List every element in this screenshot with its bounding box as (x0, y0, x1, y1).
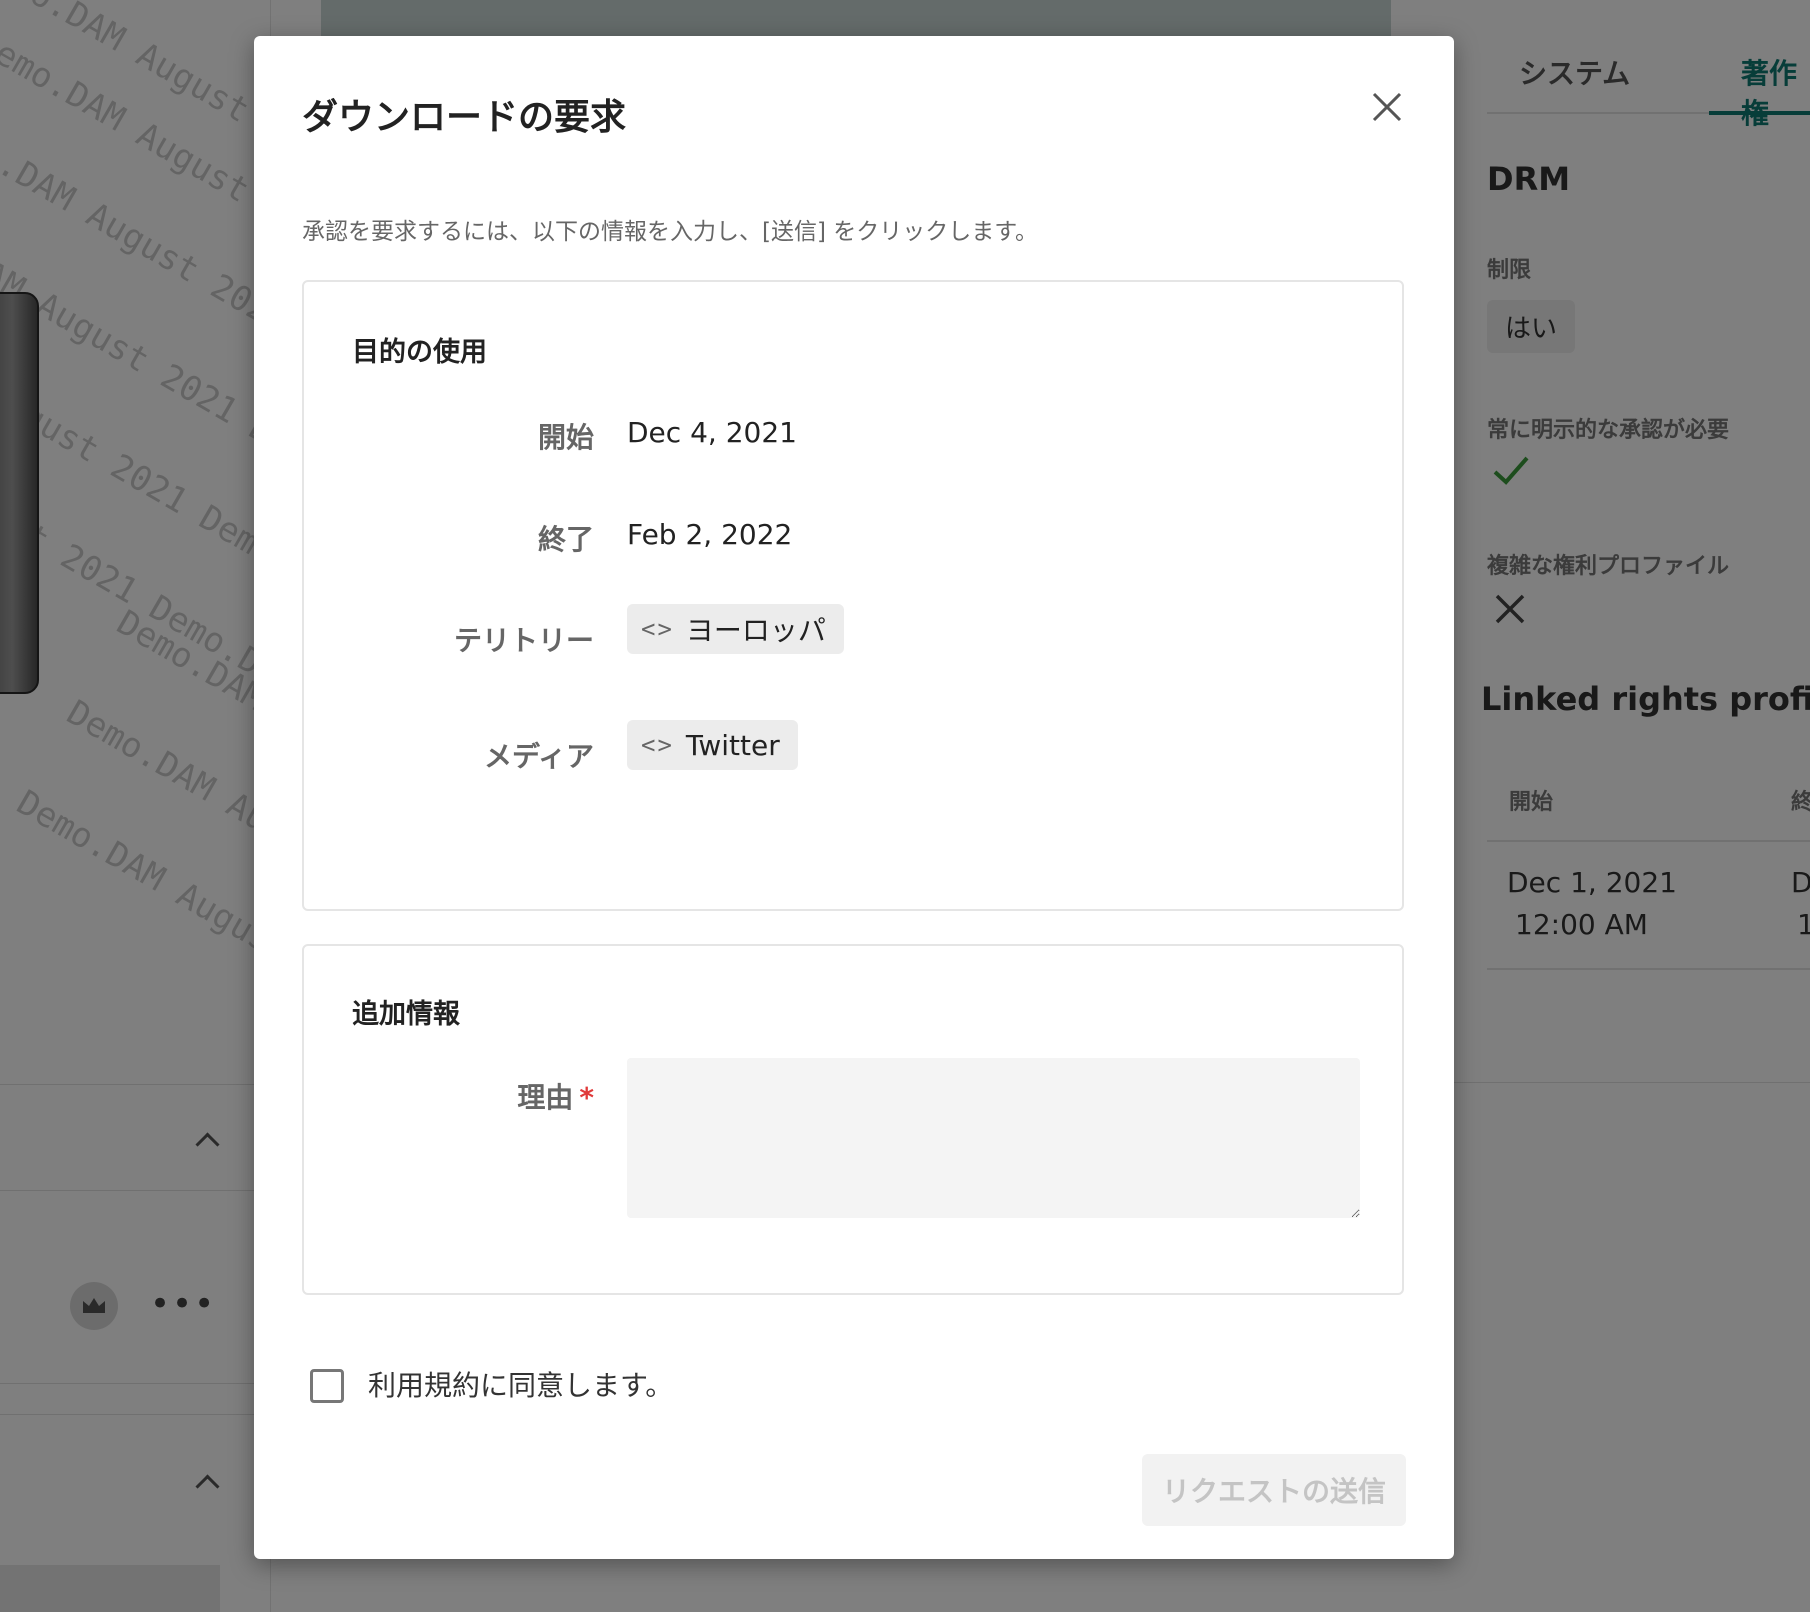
intended-usage-section: 目的の使用 開始 Dec 4, 2021 終了 Feb 2, 2022 テリトリ… (302, 280, 1404, 911)
dialog-title: ダウンロードの要求 (302, 97, 627, 138)
code-brackets-icon: <> (641, 615, 674, 643)
end-value: Feb 2, 2022 (627, 518, 793, 551)
territory-value: ヨーロッパ (685, 614, 826, 647)
media-label: メディア (483, 740, 594, 773)
required-marker: * (579, 1081, 594, 1114)
close-button[interactable] (1364, 84, 1410, 130)
start-value: Dec 4, 2021 (627, 416, 797, 449)
reason-label-text: 理由 (517, 1081, 574, 1114)
submit-request-button[interactable]: リクエストの送信 (1142, 1454, 1406, 1526)
media-chip: <> Twitter (627, 720, 798, 770)
territory-label: テリトリー (453, 624, 594, 657)
additional-info-section: 追加情報 理由 * (302, 944, 1404, 1295)
section-title: 目的の使用 (352, 337, 487, 368)
media-value: Twitter (685, 728, 780, 762)
close-icon (1372, 92, 1402, 122)
code-brackets-icon: <> (641, 731, 674, 759)
download-request-dialog: ダウンロードの要求 承認を要求するには、以下の情報を入力し、[送信] をクリック… (254, 36, 1454, 1559)
reason-label: 理由 * (304, 1076, 594, 1116)
territory-chip: <> ヨーロッパ (627, 604, 844, 654)
terms-label[interactable]: 利用規約に同意します。 (368, 1364, 673, 1404)
start-label: 開始 (537, 421, 594, 454)
end-label: 終了 (537, 523, 594, 556)
section-title: 追加情報 (352, 999, 460, 1030)
terms-checkbox[interactable] (310, 1369, 344, 1403)
reason-textarea[interactable] (627, 1058, 1360, 1218)
dialog-description: 承認を要求するには、以下の情報を入力し、[送信] をクリックします。 (302, 219, 1038, 245)
